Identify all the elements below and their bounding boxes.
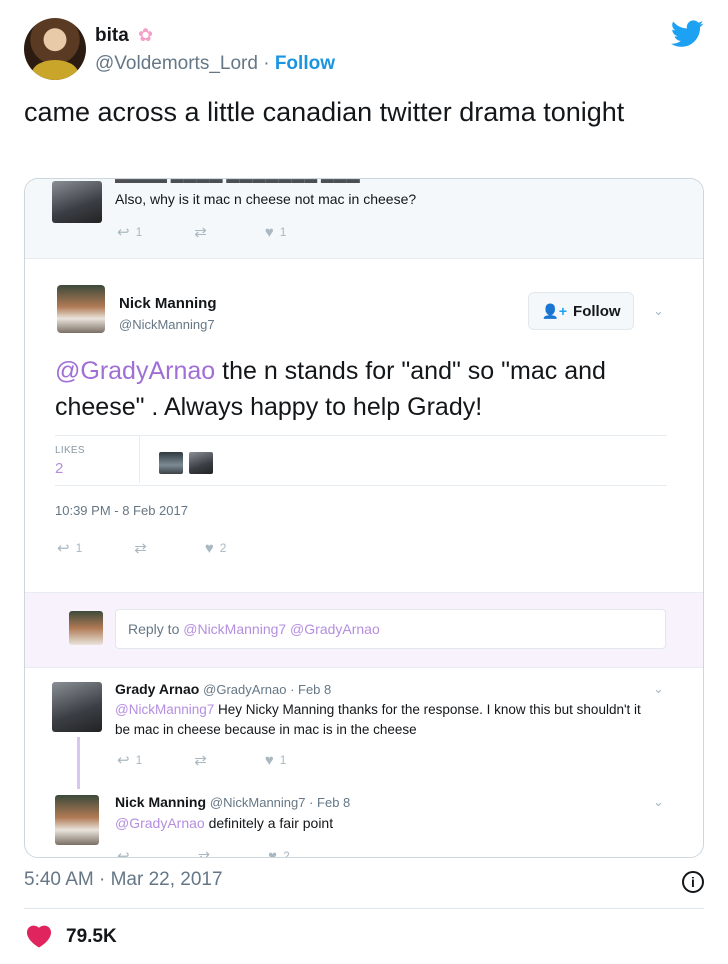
reply-text: @NickManning7 Hey Nicky Manning thanks f…: [115, 700, 645, 740]
action-bar: ↩ 1 ⇄ ♥ 1: [117, 751, 287, 770]
heart-icon[interactable]: [26, 924, 52, 948]
handle-row: @Voldemorts_Lord · Follow: [95, 53, 335, 75]
retweet-action[interactable]: ⇄: [197, 847, 217, 858]
likes-count[interactable]: 2: [55, 460, 63, 477]
divider: [55, 435, 667, 436]
retweet-action[interactable]: ⇄: [134, 539, 153, 557]
like-action[interactable]: ♥ 2: [268, 847, 290, 858]
tweet-timestamp[interactable]: 5:40 AM · Mar 22, 2017: [24, 869, 223, 891]
reply-icon: ↩: [57, 540, 70, 557]
avatar: [52, 181, 102, 223]
liker-avatar[interactable]: [189, 452, 213, 474]
divider: [139, 435, 140, 483]
mention-link[interactable]: @GradyArnao: [55, 357, 215, 385]
retweet-action[interactable]: ⇄: [194, 223, 213, 241]
reply-action[interactable]: ↩ 1: [117, 751, 142, 769]
avatar[interactable]: [52, 682, 102, 732]
author-meta: @GradyArnao · Feb 8: [203, 682, 332, 697]
chevron-down-icon[interactable]: ⌄: [653, 794, 664, 810]
author-handle[interactable]: @NickManning7: [119, 317, 215, 332]
reply-text: @GradyArnao definitely a fair point: [115, 813, 645, 833]
retweet-icon: ⇄: [197, 848, 211, 858]
mention-link[interactable]: @GradyArnao: [115, 815, 205, 831]
author-meta: @NickManning7 · Feb 8: [209, 795, 351, 810]
follow-label: Follow: [573, 302, 621, 320]
heart-icon: ♥: [264, 223, 274, 241]
retweet-icon: ⇄: [134, 540, 147, 557]
main-tweet-text: @GradyArnao the n stands for "and" so "m…: [55, 353, 675, 425]
info-icon[interactable]: i: [682, 871, 704, 893]
reply-body: definitely a fair point: [204, 815, 334, 831]
follow-user-icon: 👤+: [541, 302, 568, 319]
avatar: [69, 611, 103, 645]
author-name[interactable]: Grady Arnao: [115, 681, 199, 697]
reply-composer: Reply to @NickManning7 @GradyArnao: [25, 592, 703, 668]
reply-action[interactable]: ↩ 1: [57, 539, 82, 557]
heart-icon: ♥: [268, 847, 278, 858]
context-tweet: ▬▬▬▬ ▬▬▬▬ ▬▬▬▬▬▬▬ ▬▬▬ Also, why is it ma…: [25, 178, 703, 259]
action-bar: ↩ 1 ⇄ ♥ 2: [57, 539, 227, 558]
reply-header: Nick Manning @NickManning7 · Feb 8: [115, 794, 350, 810]
like-action[interactable]: ♥ 1: [265, 224, 287, 241]
reply-icon: ↩: [117, 848, 130, 858]
reply-action[interactable]: ↩: [117, 847, 136, 858]
chevron-down-icon[interactable]: ⌄: [653, 303, 664, 319]
like-action[interactable]: ♥ 1: [265, 752, 287, 769]
author-name[interactable]: Nick Manning: [115, 794, 206, 810]
handle[interactable]: @Voldemorts_Lord: [95, 53, 258, 74]
like-count[interactable]: 79.5K: [66, 926, 117, 948]
tweet-text: came across a little canadian twitter dr…: [24, 97, 625, 127]
heart-icon: ♥: [204, 539, 214, 557]
reply-icon: ↩: [117, 752, 130, 769]
reply-action[interactable]: ↩ 1: [117, 223, 142, 241]
flower-emoji-icon: ✿: [138, 25, 154, 45]
retweet-icon: ⇄: [194, 224, 207, 241]
follow-link[interactable]: Follow: [275, 53, 335, 74]
reply-header: Grady Arnao @GradyArnao · Feb 8: [115, 681, 331, 697]
divider: [24, 908, 704, 909]
twitter-bird-icon[interactable]: [671, 20, 704, 48]
avatar[interactable]: [57, 285, 105, 333]
retweet-icon: ⇄: [194, 752, 207, 769]
reply-mentions: @NickManning7 @GradyArnao: [183, 621, 380, 637]
action-bar: ↩ 1 ⇄ ♥ 1: [117, 223, 287, 242]
avatar[interactable]: [55, 795, 99, 845]
clipped-header: ▬▬▬▬ ▬▬▬▬ ▬▬▬▬▬▬▬ ▬▬▬: [115, 178, 360, 186]
retweet-action[interactable]: ⇄: [194, 751, 213, 769]
context-tweet-text: Also, why is it mac n cheese not mac in …: [115, 191, 417, 207]
reply-prefix: Reply to: [128, 621, 184, 637]
likes-label: LIKES: [55, 445, 85, 456]
embedded-screenshot: ▬▬▬▬ ▬▬▬▬ ▬▬▬▬▬▬▬ ▬▬▬ Also, why is it ma…: [24, 178, 704, 858]
divider: [55, 485, 667, 486]
like-action[interactable]: ♥ 2: [205, 540, 227, 557]
heart-icon: ♥: [264, 751, 274, 769]
action-bar: ↩ ⇄ ♥ 2: [117, 847, 290, 858]
display-name[interactable]: bita: [95, 25, 129, 47]
follow-button[interactable]: 👤+ Follow: [528, 292, 634, 330]
chevron-down-icon[interactable]: ⌄: [653, 681, 664, 697]
reply-input[interactable]: Reply to @NickManning7 @GradyArnao: [115, 609, 666, 649]
separator: ·: [263, 53, 270, 74]
tweet-timestamp[interactable]: 10:39 PM - 8 Feb 2017: [55, 503, 188, 518]
liker-avatar[interactable]: [159, 452, 183, 474]
mention-link[interactable]: @NickManning7: [115, 702, 214, 717]
reply-icon: ↩: [117, 224, 130, 241]
thread-connector: [77, 737, 80, 789]
author-name[interactable]: Nick Manning: [119, 295, 217, 312]
avatar[interactable]: [24, 18, 86, 80]
